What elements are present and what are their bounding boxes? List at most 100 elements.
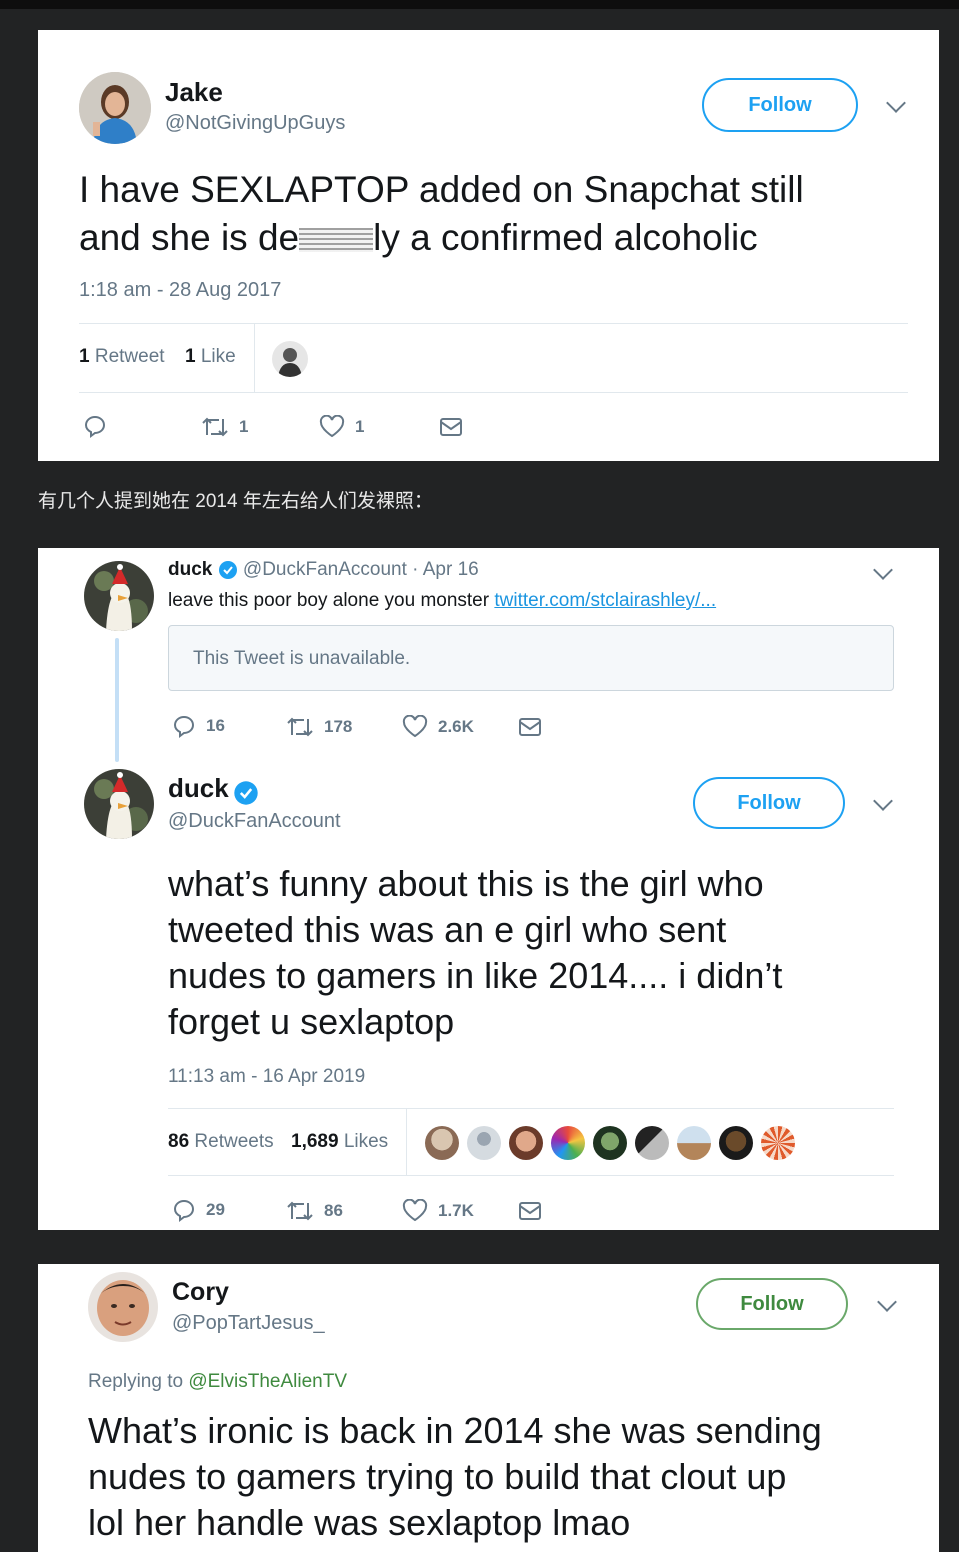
tweet-text-line-3: nudes to gamers in like 2014.... i didn’… — [168, 955, 783, 996]
tweet-text-line-1: what’s funny about this is the girl who — [168, 863, 764, 904]
like-count[interactable]: 1,689 Likes — [291, 1131, 388, 1153]
tweet-text-line-3: lol her handle was sexlaptop lmao — [88, 1502, 631, 1543]
tweet-text: I have SEXLAPTOP added on Snapchat still… — [79, 166, 919, 262]
reply-action[interactable] — [83, 414, 107, 438]
liker-avatar[interactable] — [719, 1126, 753, 1160]
tweet-text-line-1: What’s ironic is back in 2014 she was se… — [88, 1410, 822, 1451]
retweet-icon — [287, 1201, 313, 1221]
author-handle[interactable]: @NotGivingUpGuys — [165, 112, 345, 135]
like-count: 2.6K — [438, 717, 474, 736]
tweet-card-duck: duck @DuckFanAccount · Apr 16 leave this… — [38, 548, 939, 1230]
liker-avatar[interactable] — [425, 1126, 459, 1160]
redaction-blur — [299, 228, 374, 253]
tweet-card-jake: Jake @NotGivingUpGuys Follow I have SEXL… — [38, 30, 939, 461]
quote-text: This Tweet is unavailable. — [193, 648, 411, 669]
retweet-action[interactable]: 86 — [286, 1199, 343, 1223]
divider — [168, 1175, 894, 1176]
avatar[interactable] — [88, 1272, 158, 1342]
like-count[interactable]: 1 Like — [185, 346, 236, 368]
liker-avatar[interactable] — [272, 341, 308, 377]
divider — [254, 324, 255, 392]
avatar[interactable] — [79, 72, 151, 144]
liker-avatars — [425, 1126, 805, 1160]
retweet-action[interactable]: 1 — [201, 415, 248, 439]
tweet-text-line-2-start: and she is de — [79, 217, 300, 258]
tweet-text-line-2: nudes to gamers trying to build that clo… — [88, 1456, 787, 1497]
author-name[interactable]: duck — [168, 773, 229, 803]
chevron-down-icon[interactable] — [877, 1292, 897, 1312]
author-handle[interactable]: @PopTartJesus_ — [172, 1312, 325, 1335]
like-action[interactable]: 2.6K — [402, 715, 474, 739]
liker-avatar[interactable] — [761, 1126, 795, 1160]
like-action[interactable]: 1.7K — [402, 1199, 474, 1223]
parent-tweet-text: leave this poor boy alone you monster tw… — [168, 590, 716, 612]
envelope-icon — [440, 418, 462, 436]
retweet-action-count: 86 — [324, 1201, 343, 1220]
chevron-down-icon[interactable] — [873, 791, 893, 811]
quoted-tweet-unavailable[interactable]: This Tweet is unavailable. — [168, 625, 894, 691]
retweet-icon — [287, 717, 313, 737]
reply-icon — [84, 415, 106, 438]
replying-label: Replying to — [88, 1371, 184, 1392]
liker-avatar[interactable] — [509, 1126, 543, 1160]
reply-count: 16 — [206, 716, 225, 735]
author-name[interactable]: Jake — [165, 77, 223, 108]
tweet-link[interactable]: twitter.com/stclairashley/... — [494, 590, 716, 611]
reply-target-link[interactable]: @ElvisTheAlienTV — [188, 1371, 347, 1392]
envelope-icon — [519, 718, 541, 736]
follow-button[interactable]: Follow — [696, 1278, 848, 1330]
retweet-count[interactable]: 86 Retweets — [168, 1131, 274, 1153]
message-action[interactable] — [439, 415, 463, 439]
reply-action[interactable]: 16 — [172, 714, 225, 738]
retweet-count[interactable]: 1 Retweet — [79, 346, 165, 368]
divider — [406, 1109, 407, 1175]
timestamp[interactable]: 11:13 am - 16 Apr 2019 — [168, 1066, 365, 1088]
parent-text: leave this poor boy alone you monster — [168, 590, 490, 611]
tweet-date[interactable]: · Apr 16 — [412, 559, 479, 580]
heart-icon — [402, 1199, 428, 1222]
tweet-text-line-2: tweeted this was an e girl who sent — [168, 909, 727, 950]
like-action-count: 1.7K — [438, 1201, 474, 1220]
retweet-action[interactable]: 178 — [286, 715, 352, 739]
replying-to: Replying to @ElvisTheAlienTV — [88, 1371, 347, 1393]
verified-icon — [234, 781, 258, 805]
chevron-down-icon[interactable] — [886, 93, 906, 113]
envelope-icon — [519, 1202, 541, 1220]
avatar[interactable] — [84, 561, 154, 631]
reply-count: 29 — [206, 1200, 225, 1219]
retweet-action-count: 1 — [239, 417, 249, 436]
message-action[interactable] — [518, 715, 542, 739]
tweet-text: what’s funny about this is the girl who … — [168, 861, 928, 1045]
message-action[interactable] — [518, 1199, 542, 1223]
thread-line — [115, 638, 119, 762]
follow-button[interactable]: Follow — [693, 777, 845, 829]
author-name[interactable]: duck — [168, 559, 212, 580]
author-handle[interactable]: @DuckFanAccount — [243, 559, 407, 580]
caption-text: 有几个人提到她在 2014 年左右给人们发裸照： — [38, 491, 433, 512]
liker-avatar[interactable] — [593, 1126, 627, 1160]
liker-avatar[interactable] — [677, 1126, 711, 1160]
like-action[interactable]: 1 — [319, 415, 364, 439]
divider — [79, 323, 908, 324]
heart-icon — [319, 415, 345, 438]
heart-icon — [402, 715, 428, 738]
tweet-text-line-1: I have SEXLAPTOP added on Snapchat still — [79, 169, 804, 210]
liker-avatar[interactable] — [551, 1126, 585, 1160]
divider — [79, 392, 908, 393]
liker-avatar[interactable] — [467, 1126, 501, 1160]
reply-action[interactable]: 29 — [172, 1198, 225, 1222]
tweet-text-line-4: forget u sexlaptop — [168, 1001, 455, 1042]
chevron-down-icon[interactable] — [873, 560, 893, 580]
reply-icon — [173, 1199, 195, 1222]
liker-avatar[interactable] — [635, 1126, 669, 1160]
like-action-count: 1 — [355, 417, 365, 436]
tweet-card-cory: Cory @PopTartJesus_ Follow Replying to @… — [38, 1264, 939, 1552]
timestamp[interactable]: 1:18 am - 28 Aug 2017 — [79, 279, 281, 302]
author-handle[interactable]: @DuckFanAccount — [168, 810, 341, 833]
reply-icon — [173, 715, 195, 738]
verified-icon — [218, 560, 237, 579]
tweet-text-line-2: and she is de ly a confirmed alcoholic — [79, 214, 919, 262]
avatar[interactable] — [84, 769, 154, 839]
follow-button[interactable]: Follow — [702, 78, 858, 132]
author-name[interactable]: Cory — [172, 1278, 229, 1307]
